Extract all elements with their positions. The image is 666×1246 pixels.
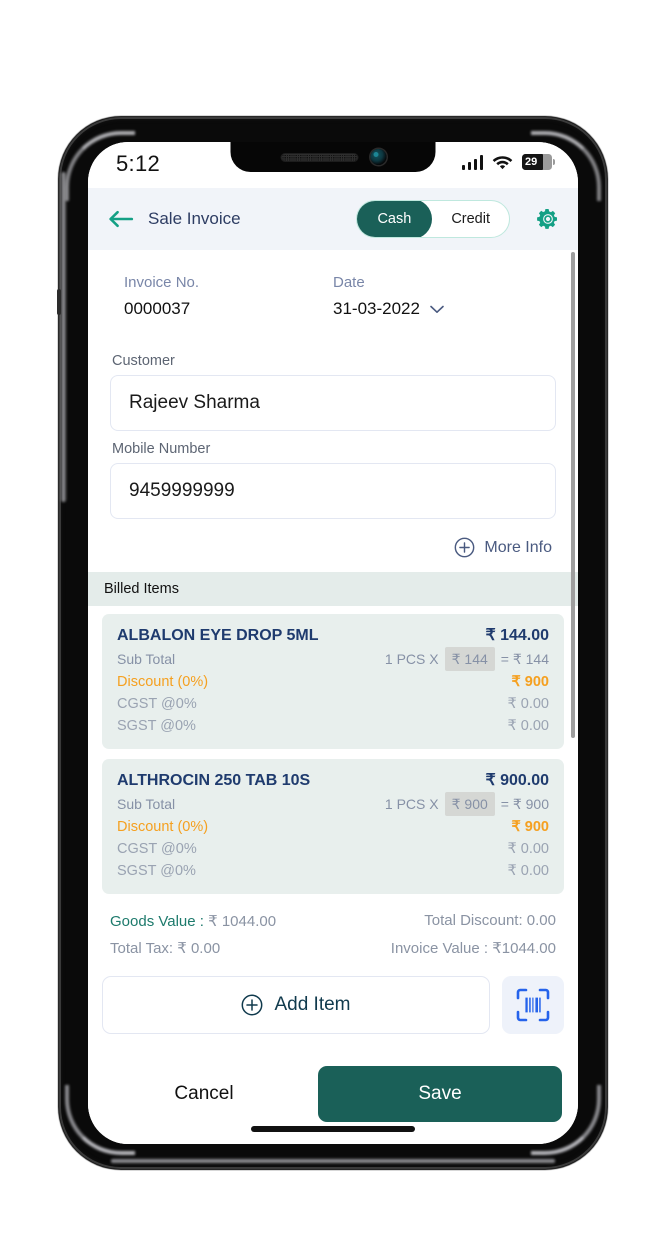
item-cgst-value: ₹ 0.00: [507, 841, 549, 857]
gear-icon[interactable]: [536, 207, 560, 231]
item-cgst-row: CGST @0% ₹ 0.00: [117, 838, 549, 860]
item-subtotal-row: Sub Total 1 PCS X ₹ 900 = ₹ 900: [117, 792, 549, 816]
item-title-row: ALTHROCIN 250 TAB 10S ₹ 900.00: [117, 770, 549, 792]
totals-row-two: Total Tax: ₹ 0.00 Invoice Value : ₹1044.…: [110, 939, 556, 957]
plus-circle-icon: [242, 994, 263, 1016]
date-column: Date 31-03-2022: [333, 274, 542, 319]
phone-frame: 5:12 29 Sale Invoice Cash Credit Invoice…: [57, 117, 607, 1169]
item-sgst-row: SGST @0% ₹ 0.00: [117, 715, 549, 737]
customer-name-input[interactable]: Rajeev Sharma: [110, 375, 556, 431]
more-info-button[interactable]: More Info: [110, 537, 556, 558]
item-rate-chip[interactable]: ₹ 144: [444, 647, 495, 671]
front-camera-icon: [370, 149, 386, 165]
item-qty: 1 PCS X: [384, 796, 439, 812]
item-sgst-value: ₹ 0.00: [507, 718, 549, 734]
wifi-icon: [492, 156, 513, 170]
item-name: ALBALON EYE DROP 5ML: [117, 627, 319, 644]
item-discount-value: ₹ 900: [511, 674, 549, 690]
item-cgst-row: CGST @0% ₹ 0.00: [117, 693, 549, 715]
vertical-scrollbar[interactable]: [571, 252, 575, 738]
date-label: Date: [333, 274, 365, 291]
add-item-label: Add Item: [274, 994, 351, 1015]
item-amount: ₹ 900.00: [485, 772, 549, 789]
invoice-no-column: Invoice No. 0000037: [124, 274, 333, 319]
item-discount-value: ₹ 900: [511, 819, 549, 835]
earpiece-speaker-icon: [280, 152, 358, 162]
status-bar: 5:12 29: [88, 142, 578, 188]
chevron-down-icon: [430, 305, 444, 313]
item-subtotal-breakup: 1 PCS X ₹ 144 = ₹ 144: [385, 647, 549, 671]
page-title: Sale Invoice: [148, 209, 241, 228]
back-arrow-icon[interactable]: [108, 209, 134, 229]
item-cgst-label: CGST @0%: [117, 841, 197, 857]
cellular-signal-icon: [461, 154, 483, 170]
item-name: ALTHROCIN 250 TAB 10S: [117, 772, 311, 789]
phone-notch: [230, 142, 436, 172]
billed-item-card[interactable]: ALTHROCIN 250 TAB 10S ₹ 900.00 Sub Total…: [102, 759, 564, 894]
item-rate-chip[interactable]: ₹ 900: [444, 792, 495, 816]
totals-summary: Goods Value : ₹ 1044.00 Total Discount: …: [88, 904, 578, 957]
customer-section: Customer Rajeev Sharma Mobile Number 945…: [88, 319, 578, 558]
goods-value-amount: ₹ 1044.00: [208, 913, 277, 930]
item-subtotal-label: Sub Total: [117, 796, 176, 812]
billed-items-list: ALBALON EYE DROP 5ML ₹ 144.00 Sub Total …: [88, 606, 578, 894]
invoice-meta-section: Invoice No. 0000037 Date 31-03-2022: [88, 250, 578, 319]
home-indicator[interactable]: [251, 1126, 415, 1132]
phone-side-button[interactable]: [57, 289, 61, 315]
item-line-total: = ₹ 900: [500, 796, 549, 812]
total-discount: Total Discount: 0.00: [424, 912, 556, 929]
plus-circle-icon: [455, 537, 475, 558]
item-discount-label: Discount (0%): [117, 674, 209, 690]
add-item-row: Add Item: [88, 966, 578, 1034]
item-cgst-value: ₹ 0.00: [507, 696, 549, 712]
item-discount-label: Discount (0%): [117, 819, 209, 835]
item-subtotal-label: Sub Total: [117, 651, 176, 667]
goods-value-label: Goods Value :: [110, 913, 204, 930]
totals-row-one: Goods Value : ₹ 1044.00 Total Discount: …: [110, 912, 556, 930]
item-sgst-row: SGST @0% ₹ 0.00: [117, 860, 549, 882]
total-tax: Total Tax: ₹ 0.00: [110, 940, 221, 957]
item-sgst-label: SGST @0%: [117, 863, 196, 879]
barcode-scan-icon: [516, 988, 550, 1022]
add-item-button[interactable]: Add Item: [102, 976, 490, 1034]
invoice-value: Invoice Value : ₹1044.00: [390, 940, 556, 957]
more-info-label: More Info: [484, 538, 552, 556]
invoice-no-value: 0000037: [124, 299, 191, 318]
barcode-scan-button[interactable]: [502, 976, 564, 1034]
item-subtotal-breakup: 1 PCS X ₹ 900 = ₹ 900: [385, 792, 549, 816]
item-sgst-label: SGST @0%: [117, 718, 196, 734]
item-line-total: = ₹ 144: [500, 651, 549, 667]
phone-screen: 5:12 29 Sale Invoice Cash Credit Invoice…: [88, 142, 578, 1144]
date-value: 31-03-2022: [333, 299, 420, 318]
cancel-button[interactable]: Cancel: [104, 1066, 304, 1122]
frame-highlight-bottom: [111, 1158, 555, 1164]
item-amount: ₹ 144.00: [485, 627, 549, 644]
payment-mode-toggle[interactable]: Cash Credit: [356, 200, 510, 238]
status-time: 5:12: [116, 151, 161, 176]
scroll-content: Invoice No. 0000037 Date 31-03-2022 Cust…: [88, 250, 578, 1058]
item-qty: 1 PCS X: [384, 651, 439, 667]
date-picker[interactable]: 31-03-2022: [333, 299, 542, 319]
invoice-no-label: Invoice No.: [124, 274, 200, 291]
battery-icon: 29: [522, 154, 555, 170]
payment-mode-cash[interactable]: Cash: [357, 201, 433, 237]
item-discount-row: Discount (0%) ₹ 900: [117, 671, 549, 693]
billed-items-header: Billed Items: [88, 572, 578, 606]
payment-mode-credit[interactable]: Credit: [432, 201, 509, 237]
frame-highlight-left: [60, 172, 67, 502]
item-sgst-value: ₹ 0.00: [507, 863, 549, 879]
app-bar: Sale Invoice Cash Credit: [88, 188, 578, 250]
status-indicators: 29: [461, 150, 555, 170]
item-cgst-label: CGST @0%: [117, 696, 197, 712]
item-title-row: ALBALON EYE DROP 5ML ₹ 144.00: [117, 625, 549, 647]
billed-item-card[interactable]: ALBALON EYE DROP 5ML ₹ 144.00 Sub Total …: [102, 614, 564, 749]
save-button[interactable]: Save: [318, 1066, 562, 1122]
item-subtotal-row: Sub Total 1 PCS X ₹ 144 = ₹ 144: [117, 647, 549, 671]
mobile-number-input[interactable]: 9459999999: [110, 463, 556, 519]
goods-value: Goods Value : ₹ 1044.00: [110, 912, 276, 930]
mobile-number-label: Mobile Number: [112, 441, 211, 457]
customer-name-label: Customer: [112, 353, 175, 369]
battery-percent-label: 29: [525, 156, 538, 168]
item-discount-row: Discount (0%) ₹ 900: [117, 816, 549, 838]
